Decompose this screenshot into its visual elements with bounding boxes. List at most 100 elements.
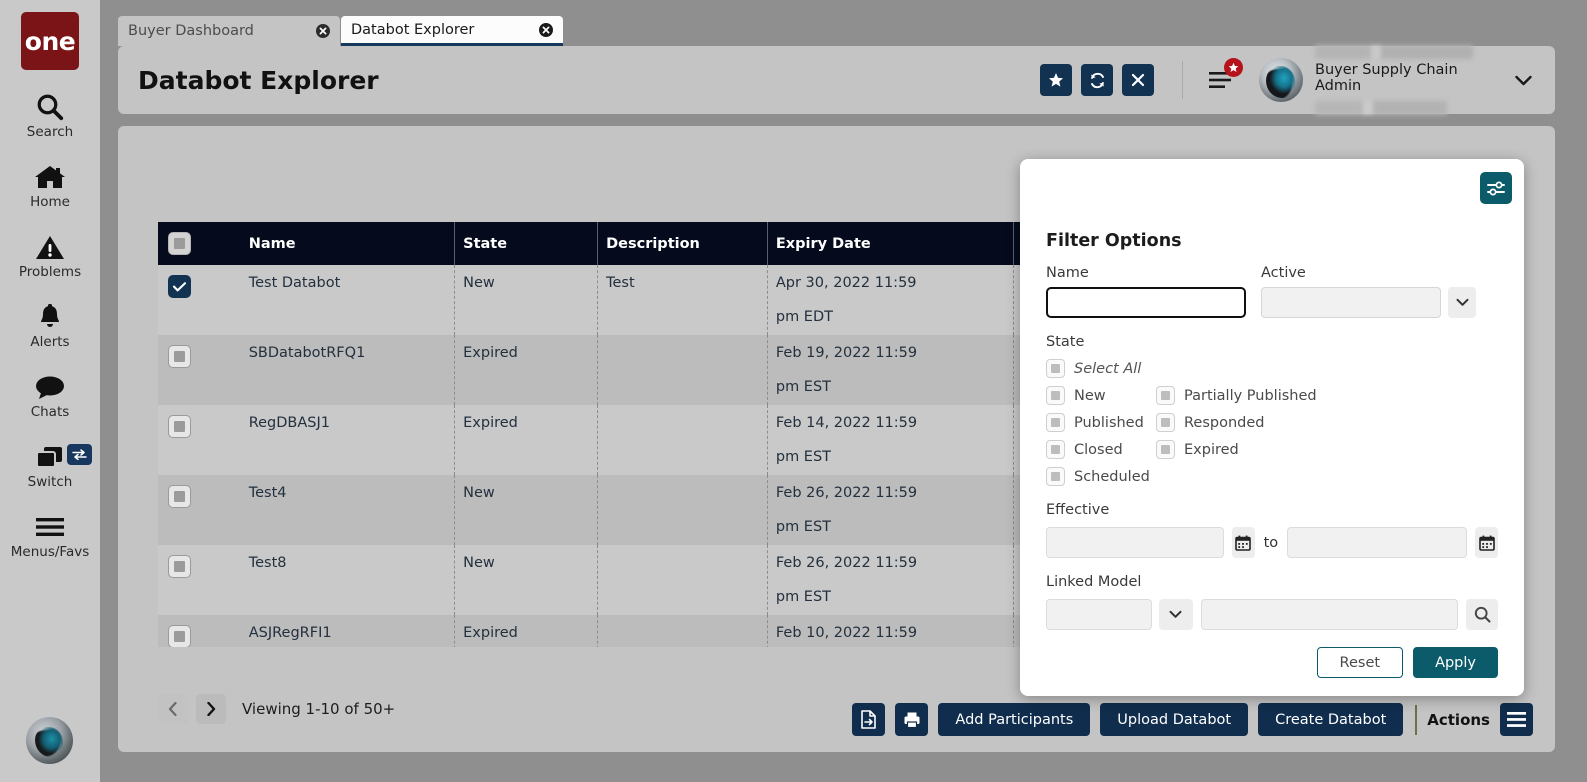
checkbox[interactable] — [1156, 413, 1175, 432]
row-checkbox[interactable] — [168, 345, 191, 368]
calendar-icon[interactable] — [1475, 527, 1498, 558]
tab-buyer-dashboard[interactable]: Buyer Dashboard — [118, 16, 340, 46]
effective-from-input[interactable] — [1046, 527, 1224, 558]
filter-checkbox-closed[interactable]: Closed — [1046, 440, 1156, 459]
user-menu-chevron-down-icon[interactable] — [1505, 63, 1541, 97]
linked-model-chevron-down-icon[interactable] — [1159, 599, 1193, 630]
cell-description: Test — [598, 265, 768, 335]
checkbox-label: Scheduled — [1074, 469, 1150, 485]
checkbox[interactable] — [1156, 386, 1175, 405]
switch-toggle-badge[interactable] — [67, 444, 92, 465]
nav-item-home[interactable]: Home — [0, 162, 100, 210]
search-input[interactable] — [1046, 287, 1246, 318]
nav-item-chats[interactable]: Chats — [0, 372, 100, 420]
add-participants-button[interactable]: Add Participants — [938, 703, 1090, 736]
linked-model-operator-field[interactable] — [1046, 599, 1152, 630]
col-header-name[interactable]: Name — [240, 222, 454, 265]
col-header-expiry-date[interactable]: Expiry Date — [767, 222, 1014, 265]
filter-checkbox-select-all[interactable]: Select All — [1046, 359, 1246, 378]
select-all-checkbox[interactable] — [168, 232, 191, 255]
prev-page-button[interactable] — [158, 694, 188, 724]
row-select-cell — [158, 615, 240, 647]
cell-name: Test4 — [240, 475, 454, 545]
cell-expiry-date: Feb 19, 2022 11:59pm EST — [767, 335, 1014, 405]
windows-stack-icon — [34, 442, 66, 472]
actions-divider — [1415, 705, 1417, 735]
filter-checkbox-published[interactable]: Published — [1046, 413, 1156, 432]
page-title: Databot Explorer — [138, 66, 379, 95]
filter-checkbox-expired[interactable]: Expired — [1156, 440, 1356, 459]
checkbox[interactable] — [1156, 440, 1175, 459]
row-checkbox[interactable] — [168, 625, 191, 647]
tab-label: Buyer Dashboard — [128, 23, 254, 39]
refresh-button[interactable] — [1081, 64, 1113, 96]
search-icon[interactable] — [1466, 599, 1498, 630]
tab-databot-explorer[interactable]: Databot Explorer — [341, 16, 563, 46]
close-icon[interactable] — [290, 24, 330, 38]
nav-item-search[interactable]: Search — [0, 92, 100, 140]
col-header-description[interactable]: Description — [598, 222, 768, 265]
nav-label-menus-favs: Menus/Favs — [11, 544, 89, 560]
filter-checkbox-scheduled[interactable]: Scheduled — [1046, 467, 1246, 486]
active-field-group: Active — [1261, 265, 1476, 318]
row-checkbox[interactable] — [168, 275, 191, 298]
checkbox[interactable] — [1046, 386, 1065, 405]
checkbox[interactable] — [1046, 359, 1065, 378]
avatar[interactable] — [1259, 58, 1303, 102]
filter-checkbox-new[interactable]: New — [1046, 386, 1156, 405]
nav-label-switch: Switch — [28, 474, 73, 490]
tab-strip: Buyer Dashboard Databot Explorer — [100, 0, 1587, 46]
cell-description — [598, 615, 768, 647]
row-checkbox[interactable] — [168, 485, 191, 508]
cell-expiry-date: Feb 14, 2022 11:59pm EST — [767, 405, 1014, 475]
nav-label-alerts: Alerts — [30, 334, 69, 350]
checkbox[interactable] — [1046, 467, 1065, 486]
active-field[interactable] — [1261, 287, 1441, 318]
notifications-menu-button[interactable] — [1203, 65, 1237, 95]
close-icon[interactable] — [513, 23, 553, 37]
filter-checkbox-partially-published[interactable]: Partially Published — [1156, 386, 1356, 405]
nav-item-switch[interactable]: Switch — [0, 442, 100, 490]
linked-model-input[interactable] — [1201, 599, 1458, 630]
effective-to-input[interactable] — [1287, 527, 1467, 558]
reset-button[interactable]: Reset — [1317, 647, 1404, 678]
calendar-icon[interactable] — [1232, 527, 1255, 558]
sliders-filter-icon[interactable] — [1480, 172, 1512, 204]
checkbox[interactable] — [1046, 440, 1065, 459]
nav-item-menus-favs[interactable]: Menus/Favs — [0, 512, 100, 560]
next-page-button[interactable] — [196, 694, 226, 724]
actions-label: Actions — [1427, 711, 1490, 729]
row-select-cell — [158, 335, 240, 405]
apply-button[interactable]: Apply — [1413, 647, 1498, 678]
header-actions: Buyer Supply Chain Admin — [1031, 46, 1555, 114]
checkbox[interactable] — [1046, 413, 1065, 432]
cell-state: New — [455, 545, 598, 615]
search-icon — [35, 92, 65, 122]
printer-icon[interactable] — [895, 703, 928, 736]
export-file-icon[interactable] — [852, 703, 885, 736]
cell-state: Expired — [455, 335, 598, 405]
row-select-cell — [158, 265, 240, 335]
actions-menu-button[interactable] — [1500, 703, 1533, 736]
upload-databot-button[interactable]: Upload Databot — [1100, 703, 1248, 736]
col-header-state[interactable]: State — [455, 222, 598, 265]
name-label: Name — [1046, 265, 1246, 281]
close-button[interactable] — [1122, 64, 1154, 96]
hamburger-icon — [34, 512, 66, 542]
row-checkbox[interactable] — [168, 555, 191, 578]
create-databot-button[interactable]: Create Databot — [1258, 703, 1403, 736]
checkbox-label: New — [1074, 388, 1106, 404]
user-role: Buyer Supply Chain Admin — [1315, 62, 1485, 94]
nav-item-problems[interactable]: Problems — [0, 232, 100, 280]
notification-badge — [1224, 58, 1243, 77]
rail-avatar[interactable] — [26, 717, 73, 764]
to-text: to — [1264, 535, 1279, 551]
row-select-cell — [158, 475, 240, 545]
checkbox-label: Closed — [1074, 442, 1123, 458]
row-checkbox[interactable] — [168, 415, 191, 438]
nav-item-alerts[interactable]: Alerts — [0, 302, 100, 350]
active-chevron-down-icon[interactable] — [1448, 287, 1476, 318]
favorite-button[interactable] — [1040, 64, 1072, 96]
cell-description — [598, 545, 768, 615]
filter-checkbox-responded[interactable]: Responded — [1156, 413, 1356, 432]
